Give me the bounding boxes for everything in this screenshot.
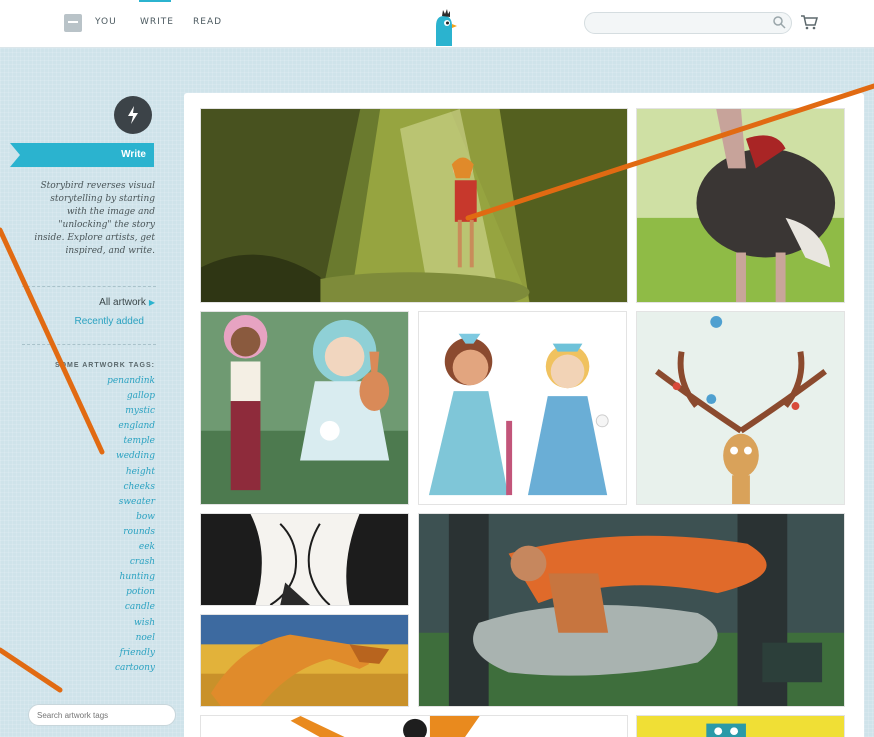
tag-link[interactable]: crash [40,555,155,570]
artwork-deer-antlers[interactable] [636,311,845,505]
artwork-bottom-left[interactable] [200,715,628,737]
cart-icon[interactable] [800,14,818,30]
caret-right-icon: ▶ [148,298,155,307]
tag-link[interactable]: potion [40,585,155,600]
all-artwork-link[interactable]: All artwork ▶ [40,297,155,308]
tag-link[interactable]: noel [40,631,155,646]
nav-read[interactable]: READ [193,17,222,27]
all-artwork-label: All artwork [99,297,146,308]
doc-icon[interactable] [64,14,82,32]
tag-link[interactable]: bow [40,510,155,525]
write-label: Write [121,149,146,160]
artwork-two-princesses[interactable] [418,311,627,505]
site-search-input[interactable] [584,12,792,34]
artwork-golden-horse[interactable] [200,614,409,707]
tags-header: SOME ARTWORK TAGS: [54,362,155,369]
artwork-bottom-right[interactable] [636,715,845,737]
tag-link[interactable]: cartoony [40,661,155,676]
tag-link[interactable]: cheeks [40,480,155,495]
tag-link[interactable]: temple [40,434,155,449]
write-ribbon: Write [10,143,154,167]
artwork-forest-girl[interactable] [200,108,628,303]
divider [22,286,156,287]
search-icon[interactable] [772,15,786,29]
artwork-girls-bunny[interactable] [200,311,409,505]
nav-write[interactable]: WRITE [140,17,174,27]
tag-link[interactable]: england [40,419,155,434]
tag-link[interactable]: sweater [40,495,155,510]
artwork-panel [184,93,864,737]
tag-link[interactable]: hunting [40,570,155,585]
tag-link[interactable]: gallop [40,389,155,404]
tag-link[interactable]: height [40,465,155,480]
intro-text: Storybird reverses visual storytelling b… [34,181,155,256]
top-bar: YOU WRITE READ [0,0,874,48]
tag-search-input[interactable] [28,704,176,726]
nav-active-indicator [139,0,171,2]
tag-link[interactable]: eek [40,540,155,555]
recently-added-link[interactable]: Recently added [40,316,145,327]
bird-logo-icon[interactable] [428,8,460,46]
tag-list: penandink gallop mystic england temple weddin… [40,374,155,676]
tag-link[interactable]: friendly [40,646,155,661]
tag-link[interactable]: mystic [40,404,155,419]
divider [22,344,156,345]
tag-link[interactable]: rounds [40,525,155,540]
tag-link[interactable]: wish [40,616,155,631]
tag-link[interactable]: wedding [40,449,155,464]
artwork-ostrich[interactable] [636,108,845,303]
nav-you[interactable]: YOU [95,17,117,27]
artwork-kiss-sketch[interactable] [200,513,409,606]
bolt-icon [114,96,152,134]
tag-link[interactable]: candle [40,600,155,615]
tag-link[interactable]: penandink [40,374,155,389]
artwork-red-hair-wolf[interactable] [418,513,845,707]
